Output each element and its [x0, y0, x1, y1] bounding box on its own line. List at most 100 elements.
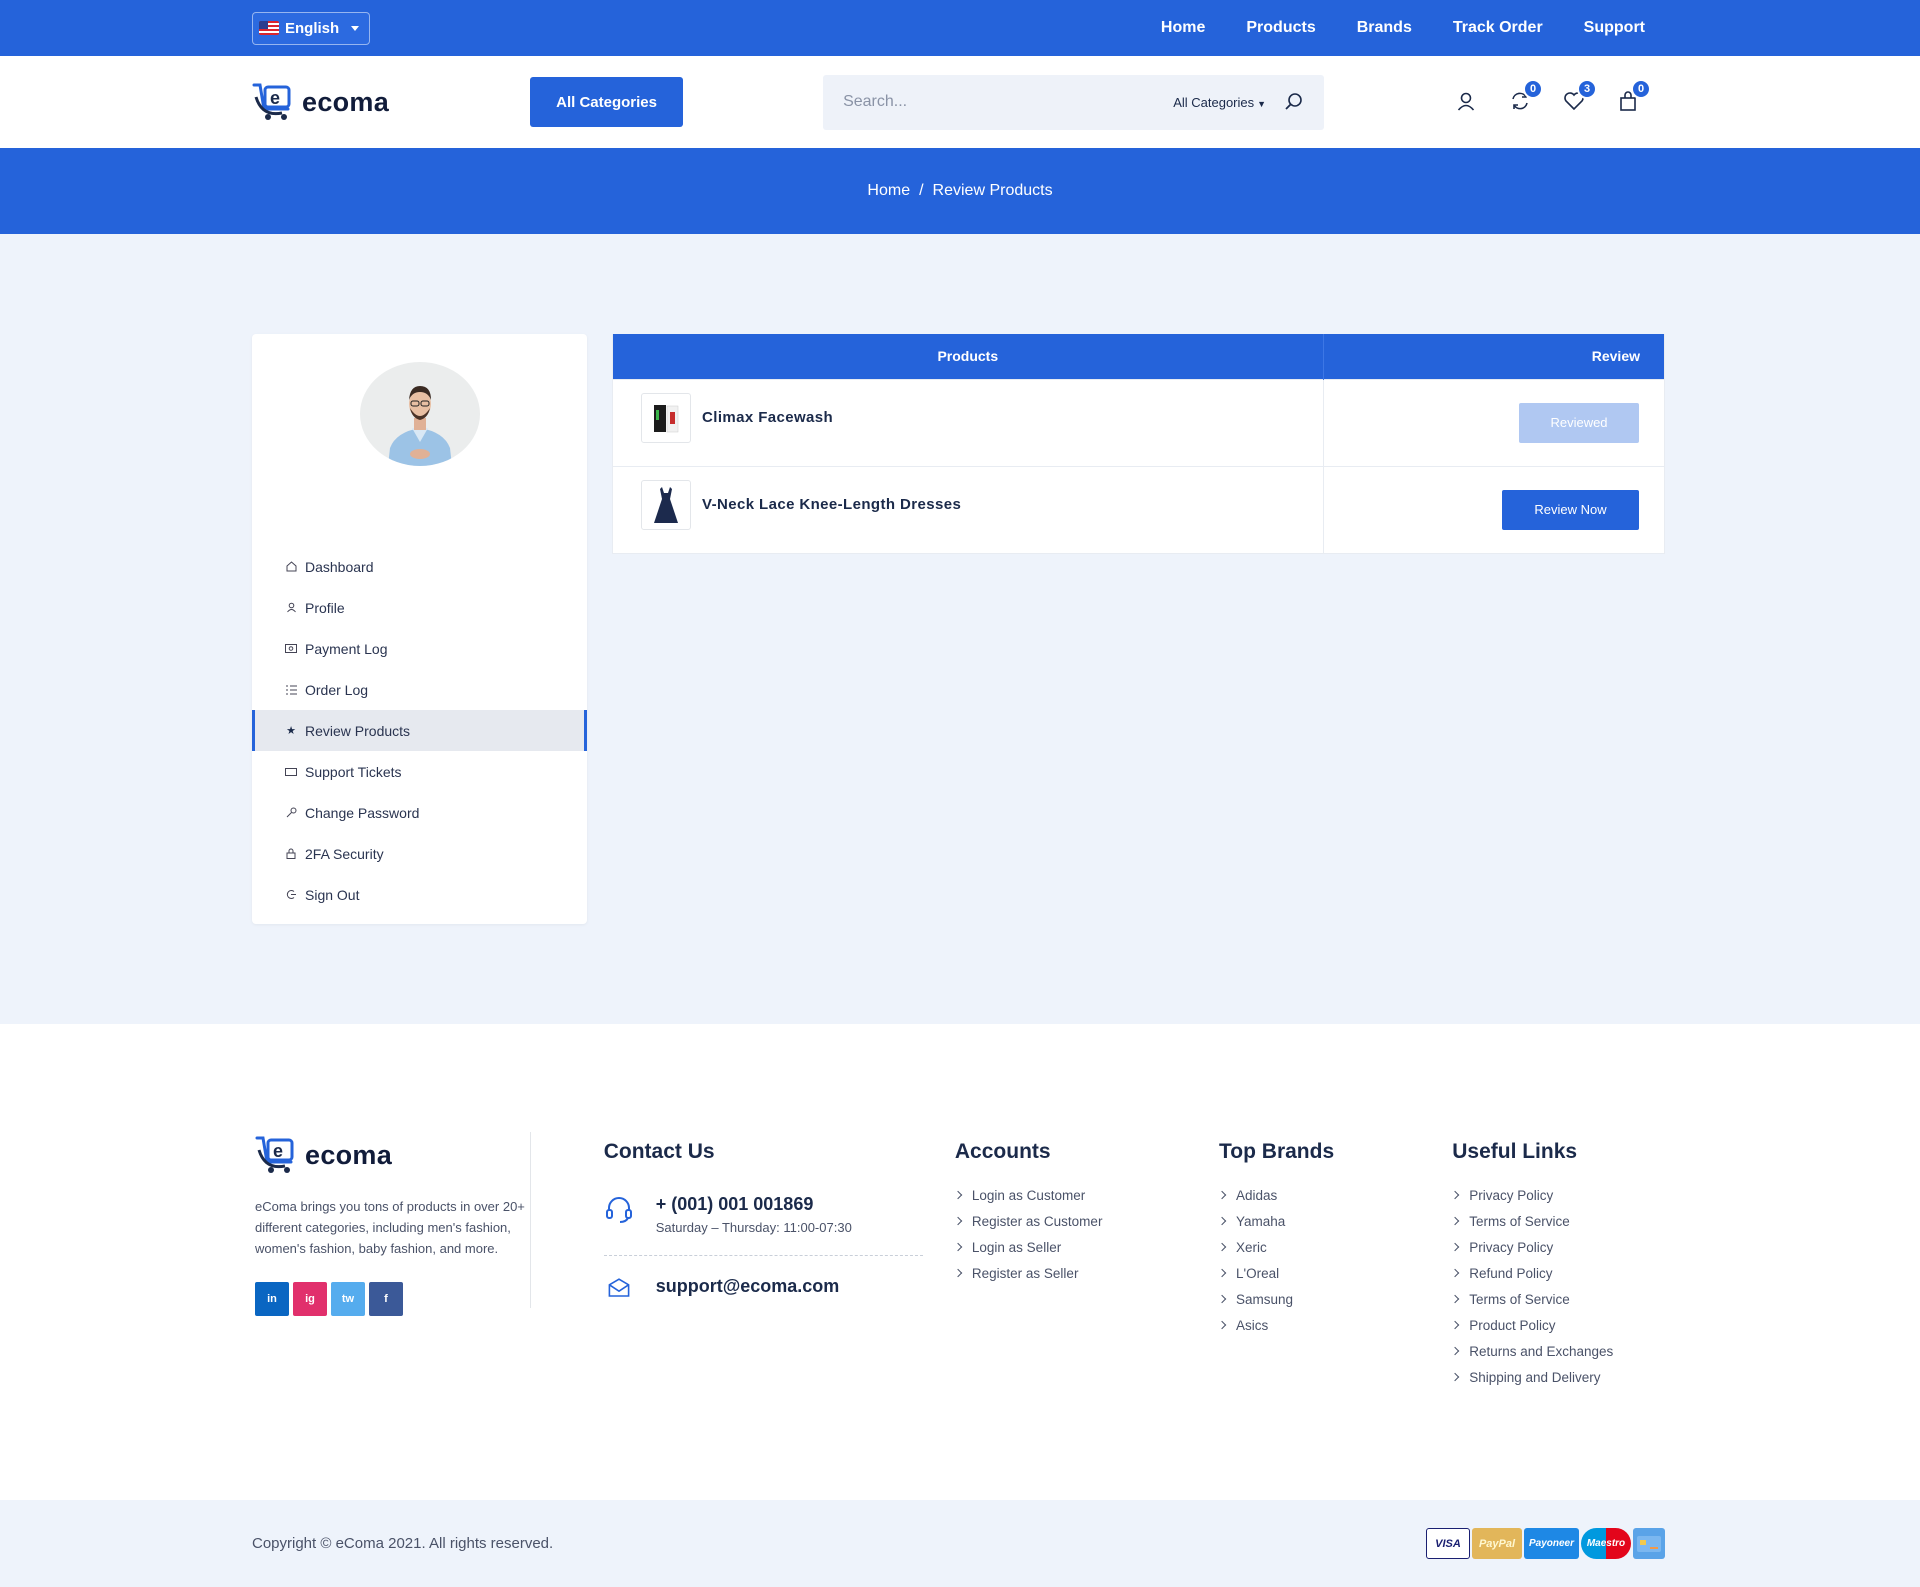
dress-image: [654, 486, 679, 523]
linkedin-icon[interactable]: in: [255, 1282, 289, 1316]
lock-icon: [285, 848, 297, 860]
footer-link[interactable]: Login as Customer: [955, 1182, 1187, 1208]
svg-text:e: e: [273, 1141, 283, 1161]
breadcrumb-current: Review Products: [932, 182, 1053, 199]
table-header-row: Products Review: [613, 334, 1664, 379]
facebook-icon[interactable]: f: [369, 1282, 403, 1316]
search-category-label: All Categories: [1173, 94, 1255, 110]
sidebar-item-review-products[interactable]: ★ Review Products: [252, 710, 588, 751]
footer-link[interactable]: Login as Seller: [955, 1234, 1187, 1260]
visa-icon: VISA: [1426, 1528, 1470, 1559]
footer-link[interactable]: Terms of Service: [1452, 1286, 1665, 1312]
main-content: Dashboard Profile Payment Log Order Log …: [0, 234, 1920, 1024]
sidebar-item-label: Payment Log: [305, 640, 388, 657]
wishlist-button[interactable]: 3: [1563, 79, 1597, 114]
reviewed-button: Reviewed: [1519, 402, 1639, 443]
footer-link[interactable]: Register as Seller: [955, 1260, 1187, 1286]
footer-link[interactable]: Register as Customer: [955, 1208, 1187, 1234]
all-categories-button[interactable]: All Categories: [530, 77, 684, 127]
footer-link[interactable]: Xeric: [1219, 1234, 1420, 1260]
footer-about: e ecoma eComa brings you tons of product…: [252, 1132, 531, 1316]
product-thumbnail[interactable]: [641, 479, 692, 530]
footer-link[interactable]: Adidas: [1219, 1182, 1420, 1208]
search-category-select[interactable]: All Categories ▼: [1173, 95, 1266, 110]
header-icons: 0 3 0: [1455, 79, 1651, 114]
twitter-icon[interactable]: tw: [331, 1282, 365, 1316]
review-cell: Review Now: [1323, 465, 1664, 554]
nav-support[interactable]: Support: [1584, 19, 1645, 37]
footer-about-text: eComa brings you tons of products in ove…: [255, 1199, 525, 1256]
sidebar-item-dashboard[interactable]: Dashboard: [252, 546, 587, 587]
footer-contact: Contact Us + (001) 001 001869 Saturday –…: [603, 1132, 923, 1390]
breadcrumb-home[interactable]: Home: [867, 182, 910, 200]
useful-links-title: Useful Links: [1452, 1140, 1578, 1163]
product-name[interactable]: Climax Facewash: [702, 409, 833, 426]
compare-button[interactable]: 0: [1509, 79, 1543, 114]
search-icon[interactable]: [1284, 92, 1304, 112]
footer-link[interactable]: Asics: [1219, 1312, 1420, 1338]
user-icon: [285, 602, 297, 614]
sidebar-item-label: Dashboard: [305, 558, 374, 575]
account-sidebar: Dashboard Profile Payment Log Order Log …: [252, 334, 588, 924]
footer-brands: Top Brands Adidas Yamaha Xeric L'Oreal S…: [1219, 1132, 1420, 1390]
paypal-icon: PayPal: [1472, 1528, 1522, 1559]
sidebar-item-sign-out[interactable]: Sign Out: [252, 874, 587, 915]
contact-email[interactable]: support@ecoma.com: [656, 1276, 840, 1300]
nav-track-order[interactable]: Track Order: [1453, 19, 1543, 37]
sidebar-item-order-log[interactable]: Order Log: [252, 669, 587, 710]
star-icon: ★: [286, 725, 296, 737]
cart-button[interactable]: 0: [1617, 79, 1651, 114]
table-row: V-Neck Lace Knee-Length Dresses Review N…: [613, 465, 1664, 554]
nav-products[interactable]: Products: [1246, 19, 1315, 37]
social-links: in ig tw f: [255, 1282, 530, 1316]
language-selector[interactable]: English: [252, 11, 371, 45]
sidebar-item-label: Profile: [305, 599, 345, 616]
credit-card-icon: [1633, 1528, 1665, 1559]
product-cell: Climax Facewash: [613, 378, 1324, 466]
contact-phone[interactable]: + (001) 001 001869: [656, 1194, 852, 1215]
money-icon: [285, 643, 297, 655]
facewash-image: [654, 404, 679, 432]
sidebar-item-label: Change Password: [305, 804, 420, 821]
nav-home[interactable]: Home: [1161, 19, 1205, 37]
breadcrumb: Home / Review Products: [0, 148, 1920, 234]
contact-email-row: support@ecoma.com: [604, 1276, 923, 1300]
footer-link[interactable]: Refund Policy: [1452, 1260, 1665, 1286]
nav-brands[interactable]: Brands: [1357, 19, 1412, 37]
footer-logo[interactable]: e ecoma: [255, 1132, 530, 1178]
sidebar-item-profile[interactable]: Profile: [252, 587, 587, 628]
footer-link[interactable]: Privacy Policy: [1452, 1182, 1665, 1208]
product-cell: V-Neck Lace Knee-Length Dresses: [613, 465, 1324, 554]
footer-link[interactable]: Returns and Exchanges: [1452, 1338, 1665, 1364]
sidebar-item-payment-log[interactable]: Payment Log: [252, 628, 587, 669]
ticket-icon: [285, 766, 297, 778]
sidebar-item-change-password[interactable]: Change Password: [252, 792, 587, 833]
account-button[interactable]: [1455, 90, 1479, 114]
header: e ecoma All Categories All Categories▼ 0…: [0, 56, 1920, 148]
sidebar-menu: Dashboard Profile Payment Log Order Log …: [252, 546, 588, 915]
footer-link[interactable]: Samsung: [1219, 1286, 1420, 1312]
user-photo: [387, 386, 452, 466]
payoneer-icon: Payoneer: [1524, 1528, 1579, 1559]
product-name[interactable]: V-Neck Lace Knee-Length Dresses: [702, 496, 961, 513]
footer: e ecoma eComa brings you tons of product…: [0, 1024, 1920, 1500]
instagram-icon[interactable]: ig: [293, 1282, 327, 1316]
headset-icon: [605, 1197, 632, 1223]
footer-link[interactable]: Terms of Service: [1452, 1208, 1665, 1234]
contact-hours: Saturday – Thursday: 11:00-07:30: [655, 1220, 852, 1235]
sidebar-item-support-tickets[interactable]: Support Tickets: [252, 751, 587, 792]
product-thumbnail[interactable]: [641, 392, 692, 443]
sidebar-item-2fa-security[interactable]: 2FA Security: [252, 833, 587, 874]
search-input[interactable]: [843, 93, 1174, 111]
footer-link[interactable]: Yamaha: [1219, 1208, 1420, 1234]
home-icon: [285, 561, 297, 573]
footer-link[interactable]: Privacy Policy: [1452, 1234, 1665, 1260]
footer-link[interactable]: Product Policy: [1452, 1312, 1665, 1338]
review-now-button[interactable]: Review Now: [1502, 489, 1639, 530]
footer-link[interactable]: L'Oreal: [1219, 1260, 1420, 1286]
logo[interactable]: e ecoma: [252, 79, 389, 125]
chevron-down-icon: ▼: [1257, 98, 1267, 109]
avatar: [359, 362, 480, 466]
brands-title: Top Brands: [1219, 1140, 1335, 1163]
footer-link[interactable]: Shipping and Delivery: [1452, 1364, 1665, 1390]
